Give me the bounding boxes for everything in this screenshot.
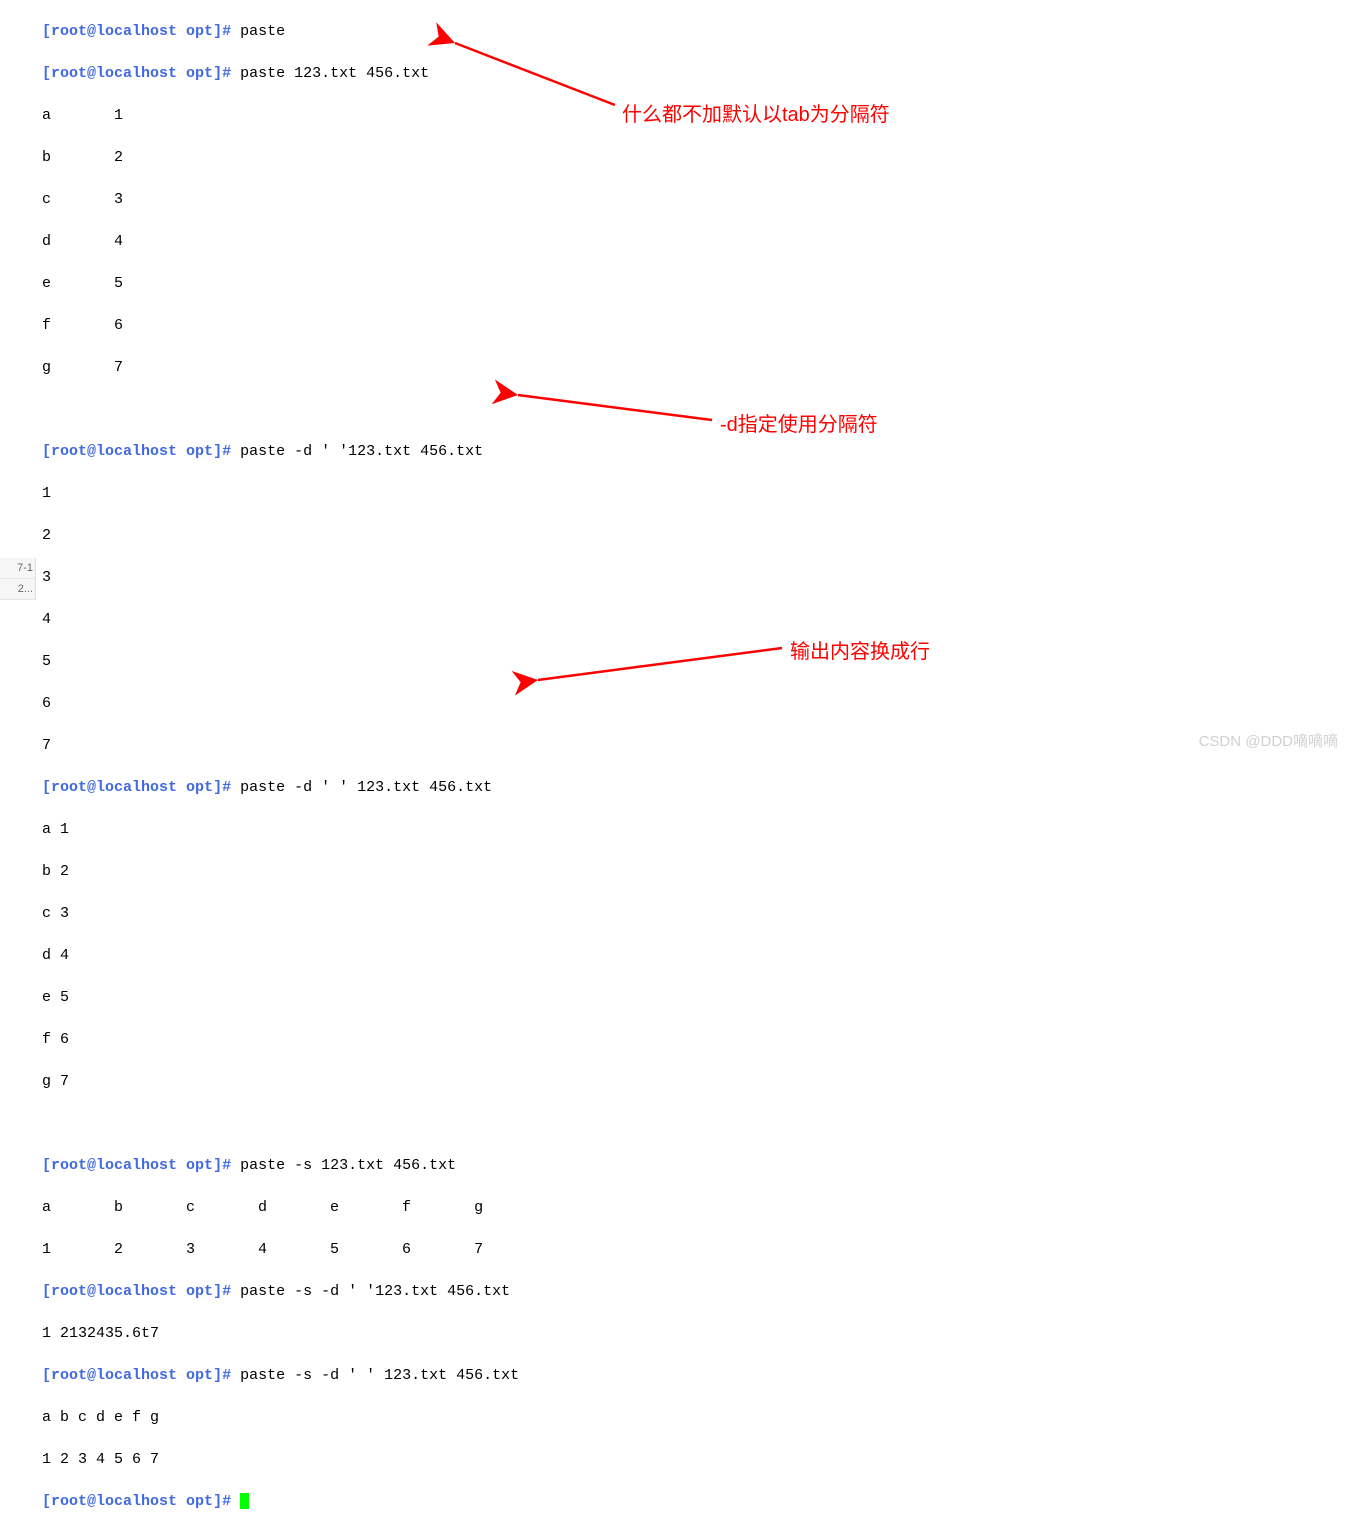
output-line: b 2 (42, 861, 1350, 882)
left-tab-strip: 7-1 2... (0, 558, 36, 600)
output-line: c 3 (42, 189, 1350, 210)
watermark: CSDN @DDD嘀嘀嘀 (1199, 730, 1338, 751)
prompt-line-6: [root@localhost opt]# paste -s -d ' '123… (42, 1281, 1350, 1302)
annotation-3: 输出内容换成行 (790, 635, 930, 664)
output-line: g 7 (42, 1071, 1350, 1092)
prompt-line-4: [root@localhost opt]# paste -d ' ' 123.t… (42, 777, 1350, 798)
output-line: f 6 (42, 1029, 1350, 1050)
tab-item-1[interactable]: 7-1 (0, 558, 35, 579)
path: opt (177, 23, 213, 40)
prompt-line-7: [root@localhost opt]# paste -s -d ' ' 12… (42, 1365, 1350, 1386)
annotation-1: 什么都不加默认以tab为分隔符 (622, 98, 890, 127)
prompt-line-8[interactable]: [root@localhost opt]# (42, 1491, 1350, 1512)
output-line: 2 (42, 525, 1350, 546)
output-line: a 1 (42, 819, 1350, 840)
command-text: paste -d ' '123.txt 456.txt (240, 443, 483, 460)
command-text: paste (240, 23, 285, 40)
command-text: paste -s 123.txt 456.txt (240, 1157, 456, 1174)
output-line: a b c d e f g (42, 1197, 1350, 1218)
annotation-2: -d指定使用分隔符 (720, 408, 878, 437)
output-line: 1 (42, 483, 1350, 504)
prompt-line-5: [root@localhost opt]# paste -s 123.txt 4… (42, 1155, 1350, 1176)
tab-item-2[interactable]: 2... (0, 579, 35, 600)
hash: # (222, 23, 240, 40)
prompt-line-3: [root@localhost opt]# paste -d ' '123.tx… (42, 441, 1350, 462)
blank-line (42, 399, 1350, 420)
output-line: 1 2 3 4 5 6 7 (42, 1239, 1350, 1260)
output-line: 6 (42, 693, 1350, 714)
command-text: paste -s -d ' '123.txt 456.txt (240, 1283, 510, 1300)
command-text: paste -d ' ' 123.txt 456.txt (240, 779, 492, 796)
bracket: [ (42, 23, 51, 40)
cursor-icon (240, 1493, 249, 1509)
output-line: e 5 (42, 273, 1350, 294)
output-line: 1 2 3 4 5 6 7 (42, 1449, 1350, 1470)
output-line: b 2 (42, 147, 1350, 168)
output-line: 5 (42, 651, 1350, 672)
output-line: 3 (42, 567, 1350, 588)
user-host: root@localhost (51, 23, 177, 40)
command-text: paste -s -d ' ' 123.txt 456.txt (240, 1367, 519, 1384)
output-line: a b c d e f g (42, 1407, 1350, 1428)
output-line: e 5 (42, 987, 1350, 1008)
output-line: 4 (42, 609, 1350, 630)
output-line: d 4 (42, 945, 1350, 966)
output-line: 7 (42, 735, 1350, 756)
terminal-output: [root@localhost opt]# paste [root@localh… (42, 0, 1350, 1514)
bracket: ] (213, 23, 222, 40)
prompt-line-1: [root@localhost opt]# paste (42, 21, 1350, 42)
output-line: c 3 (42, 903, 1350, 924)
output-line: d 4 (42, 231, 1350, 252)
command-text: paste 123.txt 456.txt (240, 65, 429, 82)
prompt-line-2: [root@localhost opt]# paste 123.txt 456.… (42, 63, 1350, 84)
output-line: f 6 (42, 315, 1350, 336)
output-line: 1 2132435.6t7 (42, 1323, 1350, 1344)
output-line: g 7 (42, 357, 1350, 378)
blank-line (42, 1113, 1350, 1134)
